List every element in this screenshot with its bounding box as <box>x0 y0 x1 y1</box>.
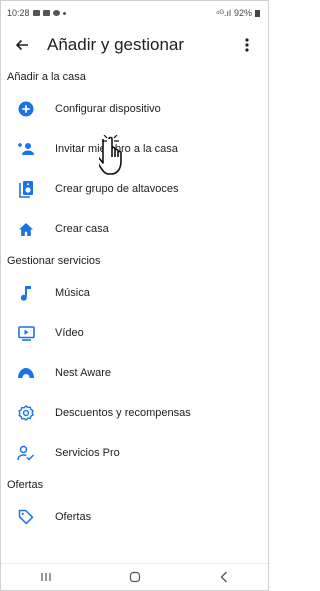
overflow-menu-button[interactable] <box>232 30 262 60</box>
speaker-group-icon <box>19 181 33 198</box>
section-header-add: Añadir a la casa <box>7 71 86 83</box>
list-item-label: Servicios Pro <box>55 447 120 459</box>
person-check-icon <box>17 445 35 461</box>
photo-notification-icon <box>42 10 50 16</box>
add-circle-icon <box>18 101 34 117</box>
home-icon <box>19 222 33 236</box>
instagram-notification-icon <box>52 10 60 16</box>
list-item-configure-device[interactable]: Configurar dispositivo <box>1 89 268 129</box>
list-item-discounts[interactable]: Descuentos y recompensas <box>1 393 268 433</box>
section-header-manage: Gestionar servicios <box>7 255 101 267</box>
home-nav-button[interactable] <box>115 566 155 588</box>
person-add-icon <box>18 143 34 155</box>
list-item-label: Vídeo <box>55 327 84 339</box>
more-vert-icon <box>245 38 249 52</box>
recent-apps-icon <box>40 573 51 581</box>
recent-apps-button[interactable] <box>26 566 66 588</box>
more-notifications-icon <box>62 11 66 15</box>
back-button[interactable] <box>7 30 37 60</box>
app-bar: Añadir y gestionar <box>1 25 268 65</box>
list-item-label: Ofertas <box>55 511 92 523</box>
phone-screen: 10:28 ⁴ᴳ.ıl 92% Añadir y gestionar Añadi… <box>0 0 269 591</box>
signal-icon: ⁴ᴳ.ıl <box>215 8 231 18</box>
back-nav-button[interactable] <box>204 566 244 588</box>
list-item-pro-services[interactable]: Servicios Pro <box>1 433 268 473</box>
section-header-offers: Ofertas <box>7 479 44 491</box>
list-item-offers[interactable]: Ofertas <box>1 497 268 537</box>
list-item-label: Descuentos y recompensas <box>55 407 191 419</box>
list-item-label: Nest Aware <box>55 367 112 379</box>
battery-icon <box>255 9 260 17</box>
home-circle-icon <box>129 571 140 583</box>
list-item-music[interactable]: Música <box>1 273 268 313</box>
list-item-nest-aware[interactable]: Nest Aware <box>1 353 268 393</box>
nest-aware-icon <box>18 368 34 378</box>
discount-badge-icon <box>18 405 34 421</box>
list-item-create-home[interactable]: Crear casa <box>1 209 268 249</box>
battery-percent: 92% <box>233 8 252 18</box>
list-item-label: Música <box>55 287 90 299</box>
status-time: 10:28 <box>7 8 30 18</box>
list-item-label: Crear grupo de altavoces <box>55 183 179 195</box>
list-item-label: Crear casa <box>55 223 109 235</box>
list-item-video[interactable]: Vídeo <box>1 313 268 353</box>
system-nav-bar <box>1 563 268 590</box>
page-title: Añadir y gestionar <box>47 35 185 54</box>
video-icon <box>17 325 35 341</box>
tag-icon <box>18 509 34 525</box>
arrow-left-icon <box>15 39 28 51</box>
list-item-label: Configurar dispositivo <box>55 103 161 115</box>
hand-pointer-icon <box>99 135 122 175</box>
music-note-icon <box>20 285 31 301</box>
status-bar: 10:28 ⁴ᴳ.ıl 92% <box>1 1 268 25</box>
chevron-left-icon <box>220 571 227 583</box>
gallery-notification-icon <box>32 10 40 16</box>
